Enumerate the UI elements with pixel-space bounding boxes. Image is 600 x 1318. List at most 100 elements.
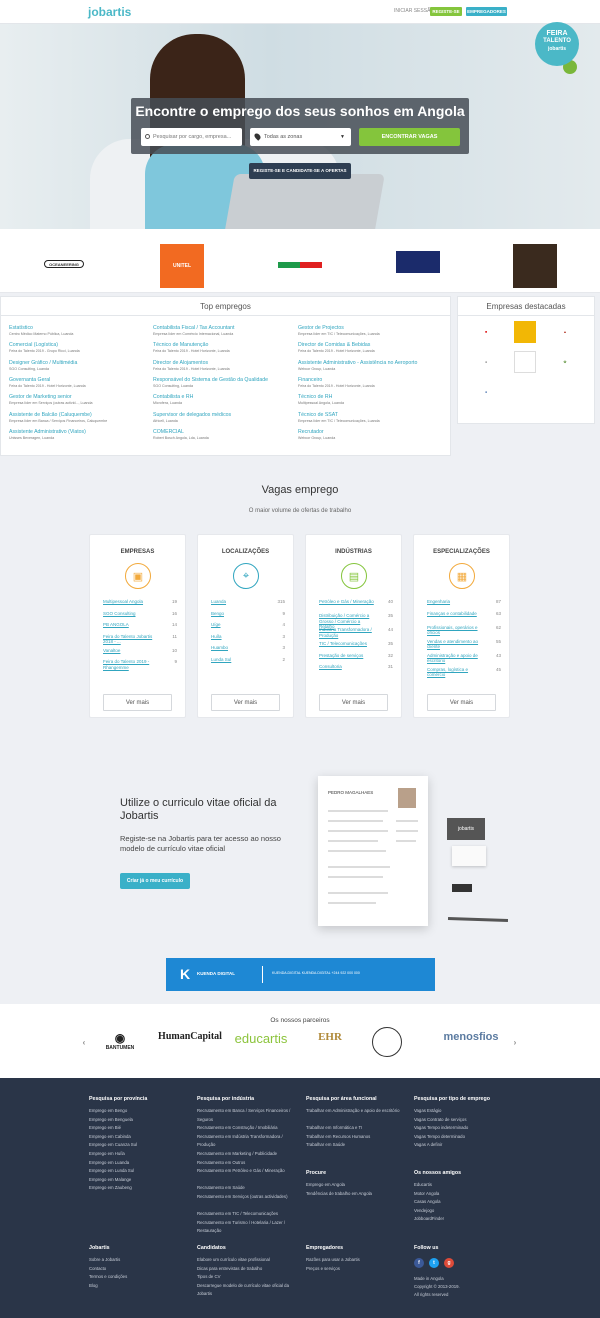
see-more-button[interactable]: Ver mais bbox=[427, 694, 496, 711]
category-row-label[interactable]: Huíla bbox=[211, 634, 269, 640]
top-job-item[interactable]: Técnico de SSAT Empresa líder em TIC / Te… bbox=[298, 412, 438, 423]
footer-link[interactable]: Educartis bbox=[414, 1181, 519, 1190]
footer-link[interactable]: Sobre a Jobartis bbox=[89, 1256, 194, 1265]
see-more-button[interactable]: Ver mais bbox=[103, 694, 172, 711]
footer-link[interactable]: Vagas A definir bbox=[414, 1141, 519, 1150]
footer-link[interactable]: Vendejogo bbox=[414, 1207, 519, 1216]
category-row[interactable]: TIC / Telecomunicações 35 bbox=[319, 641, 393, 647]
category-row[interactable]: Vendas e atendimento ao cliente 55 bbox=[427, 639, 501, 650]
footer-link[interactable]: Trabalhar em Administração e apoio de es… bbox=[306, 1107, 411, 1116]
category-row-label[interactable]: Feira do Talento 2019 - Rhangemme bbox=[103, 659, 161, 670]
footer-link[interactable]: Emprego em Cabinda bbox=[89, 1133, 194, 1142]
top-job-item[interactable]: Supervisor de delegados médicos Africell,… bbox=[153, 412, 293, 423]
login-link[interactable]: INICIAR SESSÃO bbox=[394, 8, 434, 14]
footer-link[interactable]: Trabalhar em Informática e TI bbox=[306, 1124, 411, 1133]
category-row[interactable]: Indústria Transformadora / Produção 44 bbox=[319, 627, 393, 638]
create-cv-button[interactable]: Criar já o meu currículo bbox=[120, 873, 190, 889]
top-job-item[interactable]: COMERCIAL Robert Bosch Angola, Lda, Luand… bbox=[153, 429, 293, 440]
educartis-logo[interactable]: educartis bbox=[230, 1031, 292, 1046]
footer-link[interactable]: Descarregue modelo de currículo vitae of… bbox=[197, 1282, 302, 1299]
footer-link[interactable]: Emprego em Angola bbox=[306, 1181, 411, 1190]
footer-link[interactable]: Emprego em Bié bbox=[89, 1124, 194, 1133]
footer-link[interactable]: Emprego em Huíla bbox=[89, 1150, 194, 1159]
job-title[interactable]: Recrutador bbox=[298, 429, 438, 435]
footer-link[interactable]: Recrutamento em Indústria Transformadora… bbox=[197, 1133, 302, 1150]
job-title[interactable]: Governanta Geral bbox=[9, 377, 149, 383]
see-more-button[interactable]: Ver mais bbox=[319, 694, 388, 711]
register-apply-button[interactable]: REGISTE-SE E CANDIDATE-SE A OFERTAS bbox=[249, 163, 351, 179]
humancapital-logo[interactable]: HumanCapital bbox=[158, 1031, 222, 1042]
footer-link[interactable]: Recrutamento em Petróleo e Gás / Mineraç… bbox=[197, 1167, 302, 1176]
company-logo-4[interactable] bbox=[396, 251, 440, 273]
footer-link[interactable]: Recrutamento em Serviços (outras activid… bbox=[197, 1193, 302, 1202]
category-row-label[interactable]: Luanda bbox=[211, 599, 269, 605]
category-row[interactable]: Huíla 3 bbox=[211, 634, 285, 640]
footer-link[interactable]: Elabore um currículo vitae profissional bbox=[197, 1256, 302, 1265]
category-row-label[interactable]: PB ANGOLA bbox=[103, 622, 161, 628]
zone-select[interactable]: Todas as zonas ▼ bbox=[250, 128, 351, 146]
category-row-label[interactable]: Multipessoal Angola bbox=[103, 599, 161, 605]
job-title[interactable]: Gestor de Marketing senior bbox=[9, 394, 149, 400]
footer-link[interactable]: Emprego em Lunda Sul bbox=[89, 1167, 194, 1176]
category-row[interactable]: Uíge 4 bbox=[211, 622, 285, 628]
footer-link[interactable]: Recrutamento em Saúde bbox=[197, 1184, 302, 1193]
category-row-label[interactable]: Profissionais, operários e ofícios bbox=[427, 625, 485, 636]
category-row[interactable]: Lunda Sul 2 bbox=[211, 657, 285, 663]
footer-link[interactable]: Vagas Tempo determinado bbox=[414, 1133, 519, 1142]
category-row-label[interactable]: Engenharia bbox=[427, 599, 485, 605]
top-job-item[interactable]: Assistente de Balcão (Caluquembe) Empresa… bbox=[9, 412, 149, 423]
featured-logo-7[interactable]: ● bbox=[475, 383, 497, 401]
category-row[interactable]: Feira do Talento Jobartis 2018 - ... 11 bbox=[103, 634, 177, 645]
featured-logo-2[interactable] bbox=[514, 321, 536, 343]
footer-link[interactable]: Tendências de trabalho em Angola bbox=[306, 1190, 411, 1199]
footer-link[interactable]: Emprego em Bengo bbox=[89, 1107, 194, 1116]
job-title[interactable]: Estatístico bbox=[9, 325, 149, 331]
top-job-item[interactable]: Contabilista Fiscal / Tax Accountant Empr… bbox=[153, 325, 293, 336]
footer-link[interactable]: Emprego em Zaubeng bbox=[89, 1184, 194, 1193]
category-row[interactable]: Administração e apoio de escritório 43 bbox=[427, 653, 501, 664]
job-title[interactable]: Responsável do Sistema de Gestão da Qual… bbox=[153, 377, 293, 383]
category-row[interactable]: Multipessoal Angola 19 bbox=[103, 599, 177, 605]
category-row[interactable]: Profissionais, operários e ofícios 62 bbox=[427, 625, 501, 636]
jobartis-logo[interactable]: jobartis bbox=[88, 5, 131, 19]
category-row-label[interactable]: Feira do Talento Jobartis 2018 - ... bbox=[103, 634, 161, 645]
category-row[interactable]: Vanaltoe 10 bbox=[103, 648, 177, 654]
featured-logo-3[interactable]: ▲ bbox=[554, 323, 576, 341]
category-row-label[interactable]: Petróleo e Gás / Mineração bbox=[319, 599, 377, 605]
bantumen-logo[interactable]: ◉ BANTUMEN bbox=[98, 1031, 142, 1051]
category-row[interactable]: Luanda 315 bbox=[211, 599, 285, 605]
job-title[interactable]: Contabilista e RH bbox=[153, 394, 293, 400]
category-row-label[interactable]: TIC / Telecomunicações bbox=[319, 641, 377, 647]
featured-logo-1[interactable]: ■ bbox=[475, 323, 497, 341]
category-row[interactable]: Feira do Talento 2019 - Rhangemme 9 bbox=[103, 659, 177, 670]
footer-link[interactable]: Vagas Contrato de serviços bbox=[414, 1116, 519, 1125]
category-row[interactable]: Compras, logística e comércio 45 bbox=[427, 667, 501, 678]
ehr-logo[interactable]: EHR bbox=[306, 1031, 354, 1043]
job-title[interactable]: Director de Comidas & Bebidas bbox=[298, 342, 438, 348]
footer-link[interactable]: Recrutamento em Construção / Imobiliária bbox=[197, 1124, 302, 1133]
top-job-item[interactable]: Gestor de Projectos Empresa líder em TIC … bbox=[298, 325, 438, 336]
footer-link[interactable]: Casas Angola bbox=[414, 1198, 519, 1207]
job-title[interactable]: Assistente Administrativo (Viatos) bbox=[9, 429, 149, 435]
footer-link[interactable]: Emprego em Benguela bbox=[89, 1116, 194, 1125]
category-row-label[interactable]: Uíge bbox=[211, 622, 269, 628]
category-row-label[interactable]: Prestação de serviços bbox=[319, 653, 377, 659]
category-row-label[interactable]: Indústria Transformadora / Produção bbox=[319, 627, 377, 638]
job-title[interactable]: Assistente de Balcão (Caluquembe) bbox=[9, 412, 149, 418]
category-row-label[interactable]: Administração e apoio de escritório bbox=[427, 653, 485, 664]
job-title[interactable]: Gestor de Projectos bbox=[298, 325, 438, 331]
featured-logo-4[interactable]: ● bbox=[475, 353, 497, 371]
top-job-item[interactable]: Recrutador Webcor Group, Luanda bbox=[298, 429, 438, 440]
job-title[interactable]: Financeiro bbox=[298, 377, 438, 383]
category-row[interactable]: Bengo 9 bbox=[211, 611, 285, 617]
top-job-item[interactable]: Director de Alojamentos Feira do Talento … bbox=[153, 360, 293, 371]
footer-link[interactable]: Preços e serviços bbox=[306, 1265, 411, 1274]
category-row[interactable]: Finanças e contabilidade 63 bbox=[427, 611, 501, 617]
category-row[interactable]: Prestação de serviços 32 bbox=[319, 653, 393, 659]
employers-button[interactable]: EMPREGADORES bbox=[466, 7, 507, 16]
register-button[interactable]: REGISTE-SE bbox=[430, 7, 462, 16]
partners-next-arrow[interactable]: › bbox=[511, 1038, 519, 1047]
footer-link[interactable]: Trabalhar em Recursos Humanos bbox=[306, 1133, 411, 1142]
featured-logo-5[interactable] bbox=[514, 351, 536, 373]
job-title[interactable]: Assistente Administrativo - Assistência … bbox=[298, 360, 438, 366]
